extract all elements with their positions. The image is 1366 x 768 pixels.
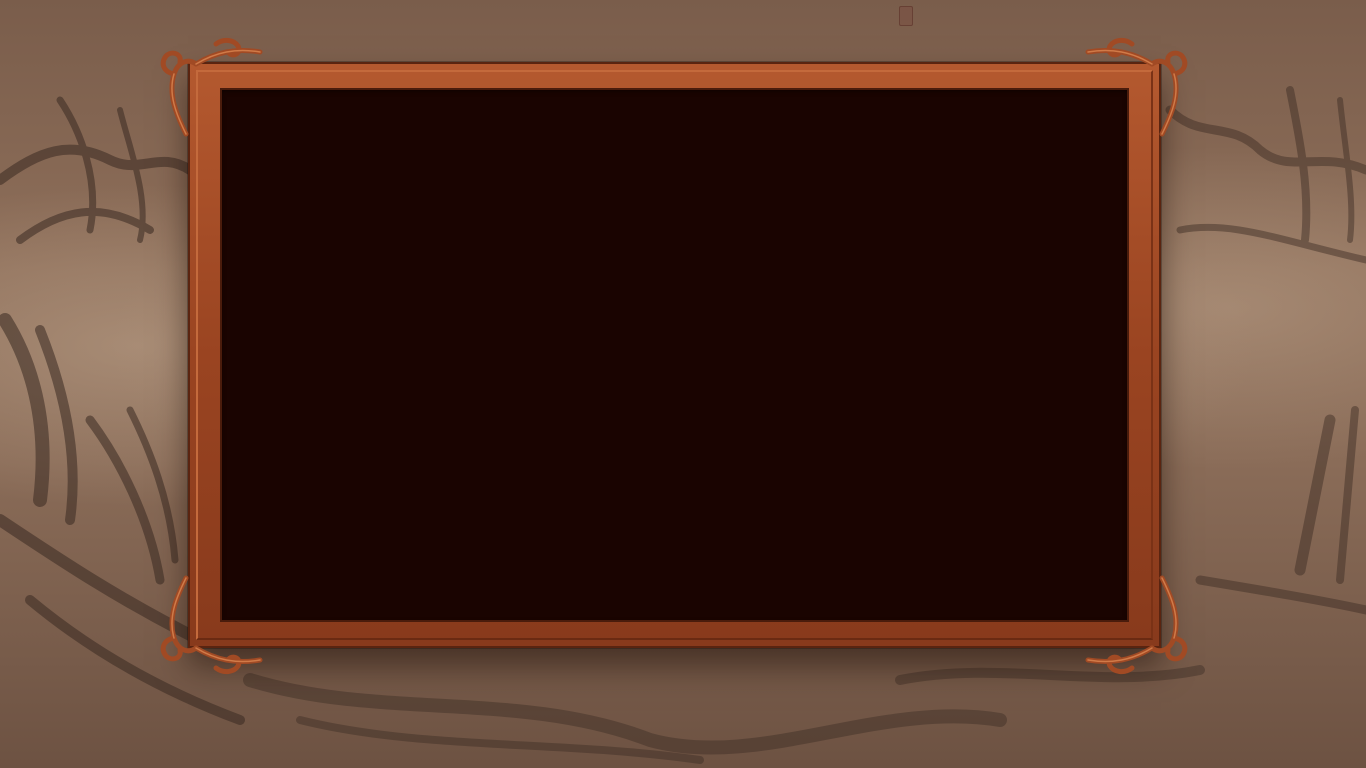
game-menu-screen (0, 0, 1366, 768)
scroll-ornament-icon (160, 37, 263, 137)
content-frame (188, 62, 1161, 648)
seal-stamp-icon (899, 6, 913, 26)
scroll-ornament-icon (1085, 575, 1188, 675)
scroll-ornament-icon (1085, 37, 1188, 137)
content-panel (220, 88, 1129, 622)
scroll-ornament-icon (160, 575, 263, 675)
